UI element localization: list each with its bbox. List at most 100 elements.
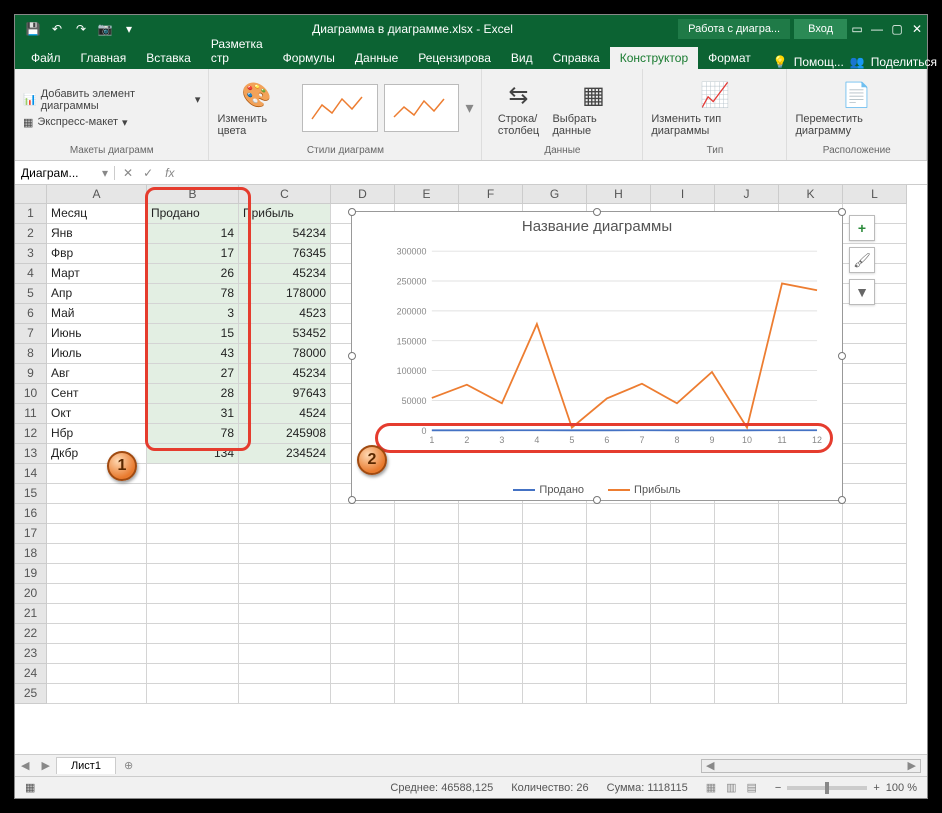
cell[interactable]: [715, 544, 779, 564]
maximize-icon[interactable]: ▢: [887, 19, 907, 39]
cell[interactable]: [587, 624, 651, 644]
view-normal-icon[interactable]: ▦: [706, 781, 716, 794]
cell[interactable]: 15: [147, 324, 239, 344]
col-header[interactable]: G: [523, 185, 587, 204]
col-header[interactable]: A: [47, 185, 147, 204]
cell[interactable]: [843, 644, 907, 664]
cell[interactable]: Фвр: [47, 244, 147, 264]
cell[interactable]: [331, 684, 395, 704]
cell[interactable]: [843, 664, 907, 684]
cell[interactable]: [147, 484, 239, 504]
cell[interactable]: 97643: [239, 384, 331, 404]
cell[interactable]: Апр: [47, 284, 147, 304]
cell[interactable]: [47, 484, 147, 504]
cell[interactable]: [459, 604, 523, 624]
cell[interactable]: [47, 564, 147, 584]
cell[interactable]: Продано: [147, 204, 239, 224]
cell[interactable]: 26: [147, 264, 239, 284]
row-header[interactable]: 7: [15, 324, 47, 344]
cell[interactable]: [395, 544, 459, 564]
cell[interactable]: [147, 644, 239, 664]
cell[interactable]: [239, 604, 331, 624]
row-header[interactable]: 20: [15, 584, 47, 604]
row-header[interactable]: 22: [15, 624, 47, 644]
row-header[interactable]: 14: [15, 464, 47, 484]
cell[interactable]: 78: [147, 284, 239, 304]
cell[interactable]: [779, 664, 843, 684]
cell[interactable]: 234524: [239, 444, 331, 464]
camera-icon[interactable]: 📷: [95, 19, 115, 39]
row-header[interactable]: 21: [15, 604, 47, 624]
tab-nav-next-icon[interactable]: ▶: [35, 759, 55, 772]
cell[interactable]: [843, 464, 907, 484]
tab-layout[interactable]: Разметка стр: [201, 33, 273, 69]
cell[interactable]: [843, 364, 907, 384]
cell[interactable]: [651, 604, 715, 624]
undo-icon[interactable]: ↶: [47, 19, 67, 39]
cell[interactable]: [331, 564, 395, 584]
cell[interactable]: [587, 684, 651, 704]
cell[interactable]: 45234: [239, 264, 331, 284]
cell[interactable]: [459, 684, 523, 704]
col-header[interactable]: L: [843, 185, 907, 204]
chart-style-2[interactable]: [384, 84, 460, 132]
row-header[interactable]: 4: [15, 264, 47, 284]
col-header[interactable]: C: [239, 185, 331, 204]
tab-insert[interactable]: Вставка: [136, 47, 201, 69]
zoom-in-icon[interactable]: +: [873, 782, 879, 794]
add-chart-element-button[interactable]: 📊Добавить элемент диаграммы▾: [23, 88, 200, 112]
cell[interactable]: 14: [147, 224, 239, 244]
cell[interactable]: 245908: [239, 424, 331, 444]
cell[interactable]: [47, 684, 147, 704]
row-header[interactable]: 2: [15, 224, 47, 244]
cell[interactable]: [587, 544, 651, 564]
cell[interactable]: [459, 664, 523, 684]
cell[interactable]: [587, 664, 651, 684]
cell[interactable]: [239, 684, 331, 704]
cell[interactable]: [147, 684, 239, 704]
col-header[interactable]: B: [147, 185, 239, 204]
cancel-formula-icon[interactable]: ✕: [123, 166, 133, 180]
cell[interactable]: [239, 624, 331, 644]
cell[interactable]: [651, 524, 715, 544]
cell[interactable]: [779, 564, 843, 584]
cell[interactable]: [587, 644, 651, 664]
cell[interactable]: 53452: [239, 324, 331, 344]
cell[interactable]: [779, 684, 843, 704]
view-page-icon[interactable]: ▥: [726, 781, 736, 794]
cell[interactable]: 27: [147, 364, 239, 384]
cell[interactable]: 78: [147, 424, 239, 444]
row-header[interactable]: 17: [15, 524, 47, 544]
col-header[interactable]: K: [779, 185, 843, 204]
cell[interactable]: [47, 664, 147, 684]
cell[interactable]: [395, 624, 459, 644]
zoom-level[interactable]: 100 %: [886, 782, 917, 794]
name-box[interactable]: Диаграм...▾: [15, 166, 115, 180]
cell[interactable]: [331, 524, 395, 544]
cell[interactable]: [843, 484, 907, 504]
cell[interactable]: [843, 584, 907, 604]
cell[interactable]: [395, 564, 459, 584]
cell[interactable]: [651, 644, 715, 664]
move-chart-button[interactable]: 📄Переместить диаграмму: [795, 79, 918, 137]
cell[interactable]: 4523: [239, 304, 331, 324]
cell[interactable]: Март: [47, 264, 147, 284]
cell[interactable]: [779, 504, 843, 524]
select-data-button[interactable]: ▦Выбрать данные: [552, 79, 634, 137]
row-header[interactable]: 8: [15, 344, 47, 364]
sheet-tab-1[interactable]: Лист1: [56, 757, 116, 774]
tab-view[interactable]: Вид: [501, 47, 543, 69]
cell[interactable]: [779, 584, 843, 604]
cell[interactable]: [239, 524, 331, 544]
cell[interactable]: [843, 344, 907, 364]
chart-title[interactable]: Название диаграммы: [352, 212, 842, 241]
cell[interactable]: [147, 564, 239, 584]
cell[interactable]: [587, 604, 651, 624]
chart-plus-icon[interactable]: +: [849, 215, 875, 241]
cell[interactable]: [395, 524, 459, 544]
cell[interactable]: [843, 504, 907, 524]
cell[interactable]: [459, 544, 523, 564]
cell[interactable]: Окт: [47, 404, 147, 424]
cell[interactable]: [843, 384, 907, 404]
cell[interactable]: [715, 564, 779, 584]
